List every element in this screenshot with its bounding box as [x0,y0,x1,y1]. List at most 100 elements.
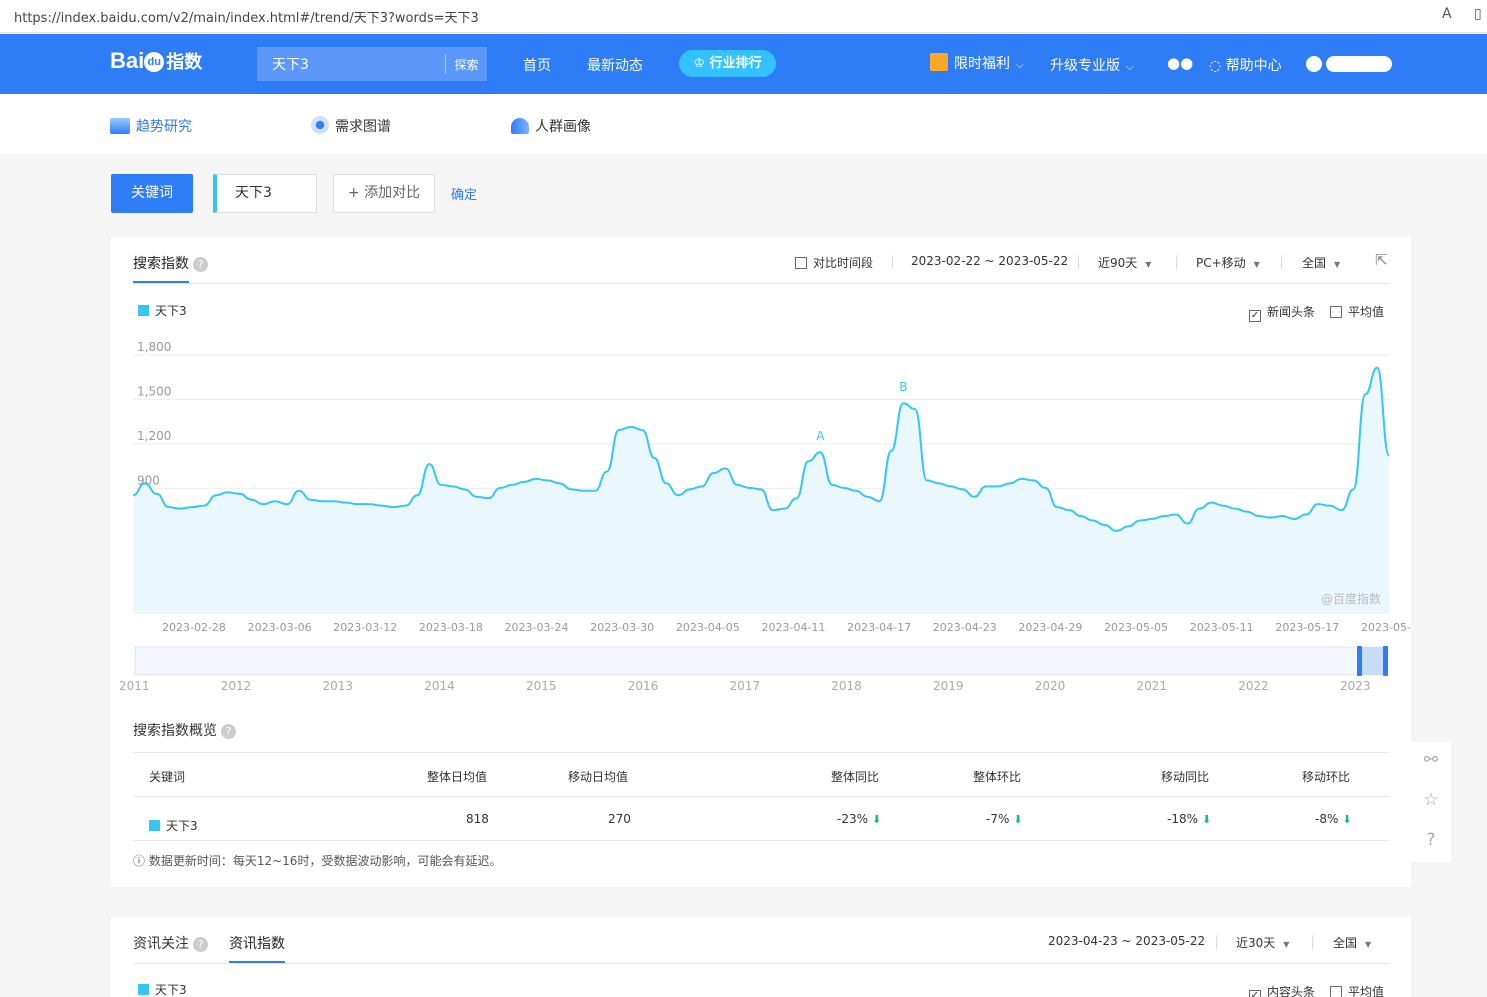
bubble-icon [311,116,329,134]
floating-toolbar: ⚯ ☆ ? [1411,742,1451,862]
nav-news-link[interactable]: 最新动态 [587,55,643,75]
timeline-handle-left [1357,646,1362,676]
x-tick-label: 2023-03-24 [505,621,569,634]
keyword-label-button[interactable]: 关键词 [111,174,193,213]
caret-down-icon: ▼ [1283,940,1290,949]
average-checkbox[interactable]: 平均值 [1330,303,1384,320]
compare-period-checkbox[interactable]: 对比时间段 [795,254,873,271]
nav-home-link[interactable]: 首页 [523,55,551,75]
share-icon[interactable]: ⚯ [1421,750,1441,770]
caret-down-icon: ▼ [1334,260,1341,269]
col-overall-avg: 整体日均值 [427,770,488,784]
x-tick-label: 2023-03-12 [333,621,397,634]
date-range-picker[interactable]: 2023-02-22 ~ 2023-05-22 [911,254,1068,268]
row-keyword-label: 天下3 [166,819,198,833]
news-date-range-picker[interactable]: 2023-04-23 ~ 2023-05-22 [1048,934,1205,948]
divider [1312,935,1313,949]
url-text[interactable]: https://index.baidu.com/v2/main/index.ht… [14,7,479,26]
help-icon[interactable]: ? [193,257,208,272]
news-headline-label: 新闻头条 [1267,305,1316,319]
col-overall-mom: 整体环比 [973,770,1022,784]
overall-yoy-text: -23% [837,812,869,826]
tab-news-attention[interactable]: 资讯关注? [133,933,208,953]
region-select[interactable]: 全国 ▼ [1302,254,1340,271]
username-redacted[interactable] [1326,56,1392,72]
series-area [133,367,1389,614]
add-comparison-button[interactable]: + 添加对比 [333,174,435,213]
update-note-text: 数据更新时间：每天12~16时，受数据波动影响，可能会有延迟。 [148,854,502,868]
news-period-select[interactable]: 近30天 ▼ [1236,934,1289,951]
help-center-link[interactable]: ◌ 帮助中心 [1209,55,1282,75]
top-navigation: Baidu指数 探索 首页 最新动态 ♔ 行业排行 限时福利 ⌵ 升级专业版 ⌵ ●… [0,34,1487,94]
tab-demand-graph[interactable]: 需求图谱 [311,116,391,136]
trend-chart[interactable]: 1,8001,5001,200900600300AB2023-02-282023… [111,332,1411,792]
checked-checkbox-icon: ✓ [1249,310,1261,322]
col-overall-yoy: 整体同比 [831,770,880,784]
caret-down-icon: ▼ [1365,940,1372,949]
timeline-year-label: 2015 [526,679,557,693]
tab-crowd-portrait[interactable]: 人群画像 [511,116,591,136]
window-icon[interactable]: ▯ [1474,6,1482,22]
news-average-checkbox[interactable]: 平均值 [1330,983,1384,997]
checkbox-icon [795,257,807,269]
upgrade-label: 升级专业版 [1050,58,1120,74]
arrow-down-icon: ⬇ [872,813,882,826]
content-headline-label: 内容头条 [1267,985,1316,997]
overall-avg-value: 818 [466,812,489,826]
confirm-button[interactable]: 确定 [451,184,477,203]
read-aloud-icon[interactable]: A [1442,6,1452,22]
people-icon [511,118,529,134]
x-tick-label: 2023-03-30 [590,621,654,634]
gift-icon [930,53,948,71]
timeline-year-label: 2017 [730,679,761,693]
arrow-down-icon: ⬇ [1013,813,1023,826]
divider [133,963,1389,964]
overview-title: 搜索指数概览? [133,720,236,740]
divider [133,752,1389,753]
divider [1281,255,1282,269]
news-headline-checkbox[interactable]: ✓ 新闻头条 [1249,303,1315,322]
news-index-card: 资讯关注? 资讯指数 2023-04-23 ~ 2023-05-22 近30天 ▼… [111,917,1411,997]
device-select[interactable]: PC+移动 ▼ [1196,254,1260,271]
timeline-navigator [134,646,1388,676]
period-value: 近90天 [1098,256,1138,270]
baidu-index-logo[interactable]: Bai du 指数 [110,48,202,74]
help-label: 帮助中心 [1225,58,1282,74]
nav-search-input[interactable] [257,47,443,81]
timeline-year-label: 2023 [1340,679,1371,693]
help-icon[interactable]: ? [221,724,236,739]
content-headline-checkbox[interactable]: ✓ 内容头条 [1249,983,1315,997]
industry-ranking-button[interactable]: ♔ 行业排行 [679,50,776,77]
wechat-icon[interactable]: ●● [1167,54,1193,72]
keyword-chip[interactable]: 天下3 [213,174,317,213]
avatar[interactable] [1306,56,1322,72]
news-region-select[interactable]: 全国 ▼ [1333,934,1371,951]
compare-period-label: 对比时间段 [813,256,874,270]
tab-trend-research[interactable]: 趋势研究 [110,116,192,136]
trophy-icon: ♔ [693,56,706,71]
period-select[interactable]: 近90天 ▼ [1098,254,1151,271]
timeline-year-label: 2012 [221,679,252,693]
export-icon[interactable]: ⇱ [1375,251,1388,269]
star-icon[interactable]: ☆ [1421,790,1441,810]
search-index-title: 搜索指数 [133,256,189,272]
chart-legend-item[interactable]: 天下3 [138,302,187,319]
upgrade-menu[interactable]: 升级专业版 ⌵ [1050,55,1134,75]
tab-search-index[interactable]: 搜索指数? [133,253,208,273]
question-icon[interactable]: ? [1421,830,1441,850]
timeline-year-label: 2020 [1035,679,1066,693]
tab-news-index[interactable]: 资讯指数 [229,933,285,953]
overall-yoy-value: -23% ⬇ [837,812,881,826]
welfare-menu[interactable]: 限时福利 ⌵ [930,53,1024,73]
nav-search: 探索 [257,47,487,81]
browser-url-bar[interactable]: https://index.baidu.com/v2/main/index.ht… [0,0,1487,33]
news-legend-item[interactable]: 天下3 [138,981,187,997]
help-icon[interactable]: ? [193,937,208,952]
x-tick-label: 2023-04-23 [933,621,997,634]
col-mobile-mom: 移动环比 [1302,770,1351,784]
arrow-down-icon: ⬇ [1202,813,1212,826]
mobile-mom-text: -8% [1315,812,1339,826]
nav-search-button[interactable]: 探索 [445,54,487,74]
tab-demand-graph-label: 需求图谱 [335,119,391,135]
divider [1176,255,1177,269]
